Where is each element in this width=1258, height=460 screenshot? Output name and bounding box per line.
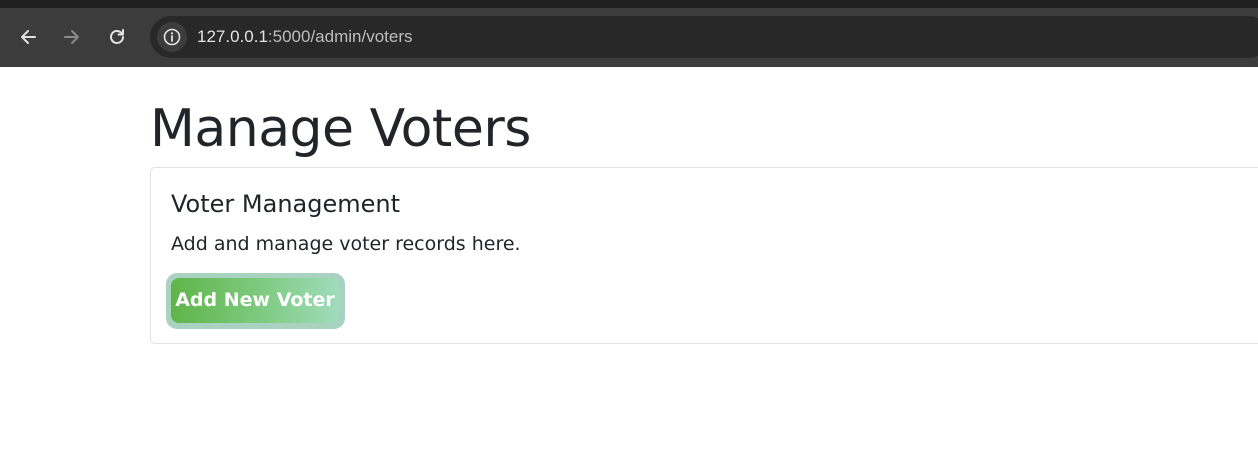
tab-strip <box>0 0 1258 8</box>
url-host: 127.0.0.1 <box>197 27 268 46</box>
arrow-left-icon <box>21 30 36 44</box>
card-description: Add and manage voter records here. <box>171 233 521 255</box>
site-info-button[interactable] <box>157 22 187 52</box>
back-button[interactable] <box>13 22 43 52</box>
add-new-voter-button[interactable]: Add New Voter <box>171 278 339 323</box>
reload-button[interactable] <box>102 22 132 52</box>
voter-management-card: Voter Management Add and manage voter re… <box>150 167 1258 344</box>
forward-button[interactable] <box>57 22 87 52</box>
address-bar[interactable]: 127.0.0.1:5000/admin/voters <box>150 16 1258 58</box>
arrow-right-icon <box>64 30 79 44</box>
page-content: Manage Voters Voter Management Add and m… <box>0 67 1258 460</box>
page-title: Manage Voters <box>150 99 531 159</box>
url-path: :5000/admin/voters <box>267 27 413 46</box>
card-title: Voter Management <box>171 190 401 218</box>
url-text[interactable]: 127.0.0.1:5000/admin/voters <box>197 27 413 47</box>
reload-icon <box>110 29 124 44</box>
info-icon <box>163 28 181 46</box>
browser-toolbar: 127.0.0.1:5000/admin/voters <box>0 0 1258 67</box>
